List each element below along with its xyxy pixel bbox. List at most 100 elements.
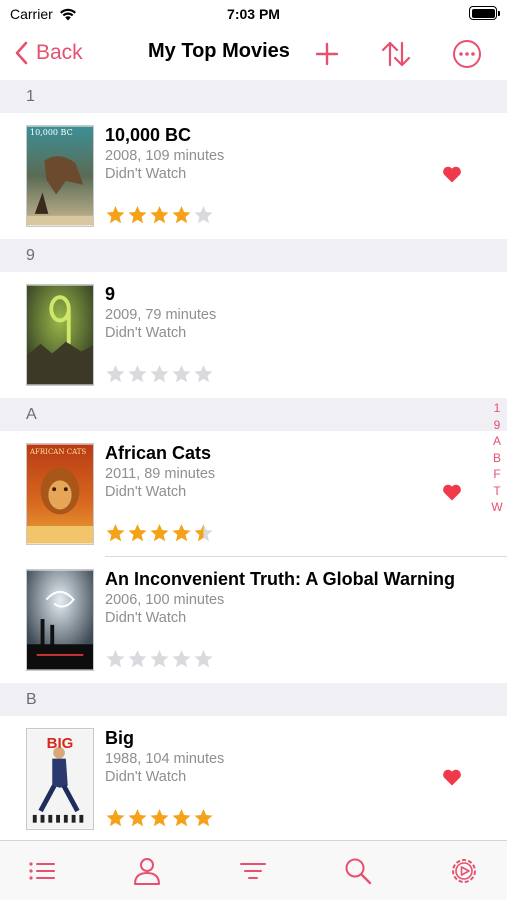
movie-meta: 2009, 79 minutes Didn't Watch (105, 306, 216, 342)
star-filled-icon[interactable] (193, 808, 214, 828)
status-bar: Carrier 7:03 PM (0, 0, 507, 28)
index-entry[interactable]: 1 (494, 400, 501, 417)
movie-year-runtime: 1988, 104 minutes (105, 751, 225, 767)
index-entry[interactable]: F (493, 466, 500, 483)
section-header: 1 (0, 80, 507, 113)
rating-stars[interactable] (105, 649, 214, 669)
tab-search[interactable] (343, 856, 373, 886)
index-entry[interactable]: 9 (494, 417, 501, 434)
star-empty-icon[interactable] (193, 205, 214, 225)
tab-settings[interactable] (449, 856, 479, 886)
movie-year-runtime: 2008, 109 minutes (105, 148, 225, 164)
more-button[interactable] (451, 38, 483, 70)
star-empty-icon[interactable] (105, 649, 126, 669)
tab-profile[interactable] (132, 856, 162, 886)
movie-row[interactable]: BIG Big 1988, 104 minutes Didn't Watch (0, 716, 507, 840)
star-filled-icon[interactable] (105, 808, 126, 828)
rating-stars[interactable] (105, 523, 214, 543)
heart-icon[interactable] (442, 165, 462, 183)
tab-filter[interactable] (238, 856, 268, 886)
movie-title: An Inconvenient Truth: A Global Warning (105, 569, 455, 589)
section-header: 9 (0, 239, 507, 272)
section-header: B (0, 683, 507, 716)
rating-stars[interactable] (105, 205, 214, 225)
section-index[interactable]: 1 9 A B F T W (490, 400, 504, 516)
section-header: A (0, 398, 507, 431)
star-filled-icon[interactable] (105, 523, 126, 543)
settings-icon (452, 859, 476, 883)
movie-row[interactable]: 10,000 BC 10,000 BC 2008, 109 minutes Di… (0, 113, 507, 239)
poster-title: AFRICAN CATS (30, 448, 87, 456)
movie-list[interactable]: 1 10,000 BC 10,000 BC 2008, 109 minutes … (0, 80, 507, 840)
movie-year-runtime: 2009, 79 minutes (105, 307, 217, 323)
back-label: Back (36, 41, 83, 64)
filter-icon (240, 863, 266, 879)
movie-poster (26, 284, 94, 386)
star-filled-icon[interactable] (171, 205, 192, 225)
movie-status: Didn't Watch (105, 610, 187, 626)
movie-title: African Cats (105, 443, 212, 463)
star-empty-icon[interactable] (171, 364, 192, 384)
add-button[interactable] (311, 38, 343, 70)
plus-icon (315, 42, 339, 66)
movie-meta: 2011, 89 minutes Didn't Watch (105, 465, 215, 501)
star-empty-icon[interactable] (149, 649, 170, 669)
movie-title: Big (105, 728, 134, 748)
star-filled-icon[interactable] (105, 205, 126, 225)
rating-stars[interactable] (105, 364, 214, 384)
sort-button[interactable] (380, 38, 412, 70)
movie-poster (26, 569, 94, 671)
star-empty-icon[interactable] (193, 364, 214, 384)
rating-stars[interactable] (105, 808, 214, 828)
movie-row[interactable]: 9 2009, 79 minutes Didn't Watch (0, 272, 507, 398)
index-entry[interactable]: T (493, 483, 500, 500)
movie-year-runtime: 2011, 89 minutes (105, 466, 216, 482)
star-filled-icon[interactable] (127, 205, 148, 225)
battery-icon (469, 6, 500, 20)
ellipsis-circle-icon (453, 40, 481, 68)
star-filled-icon[interactable] (127, 808, 148, 828)
movie-poster: AFRICAN CATS (26, 443, 94, 545)
star-filled-icon[interactable] (193, 523, 214, 543)
star-filled-icon[interactable] (171, 523, 192, 543)
star-filled-icon[interactable] (127, 523, 148, 543)
movie-meta: 2008, 109 minutes Didn't Watch (105, 147, 224, 183)
chevron-left-icon (15, 41, 28, 65)
index-entry[interactable]: W (491, 499, 502, 516)
star-filled-icon[interactable] (149, 205, 170, 225)
movie-poster: 10,000 BC (26, 125, 94, 227)
movie-row[interactable]: AFRICAN CATS African Cats 2011, 89 minut… (0, 431, 507, 557)
star-empty-icon[interactable] (193, 649, 214, 669)
heart-icon[interactable] (442, 768, 462, 786)
movie-meta: 2006, 100 minutes Didn't Watch (105, 591, 224, 627)
star-empty-icon[interactable] (127, 364, 148, 384)
poster-title: BIG (46, 735, 74, 752)
movie-status: Didn't Watch (105, 325, 187, 341)
star-filled-icon[interactable] (149, 523, 170, 543)
movie-status: Didn't Watch (105, 166, 187, 182)
star-empty-icon[interactable] (171, 649, 192, 669)
sort-arrows-icon (381, 41, 411, 67)
movie-year-runtime: 2006, 100 minutes (105, 592, 225, 608)
tab-bar (0, 840, 507, 900)
star-empty-icon[interactable] (127, 649, 148, 669)
movie-status: Didn't Watch (105, 769, 187, 785)
clock: 7:03 PM (227, 6, 280, 22)
search-icon (345, 858, 372, 885)
star-empty-icon[interactable] (105, 364, 126, 384)
star-filled-icon[interactable] (149, 808, 170, 828)
movie-meta: 1988, 104 minutes Didn't Watch (105, 750, 224, 786)
index-entry[interactable]: B (493, 450, 501, 467)
star-empty-icon[interactable] (149, 364, 170, 384)
movie-status: Didn't Watch (105, 484, 187, 500)
movie-title: 10,000 BC (105, 125, 192, 145)
back-button[interactable]: Back (14, 38, 83, 68)
movie-title: 9 (105, 284, 116, 304)
tab-list[interactable] (27, 856, 57, 886)
movie-row[interactable]: An Inconvenient Truth: A Global Warning … (0, 557, 507, 683)
list-icon (29, 862, 55, 880)
navigation-bar: Back My Top Movies (0, 28, 507, 80)
heart-icon[interactable] (442, 483, 462, 501)
star-filled-icon[interactable] (171, 808, 192, 828)
index-entry[interactable]: A (493, 433, 501, 450)
